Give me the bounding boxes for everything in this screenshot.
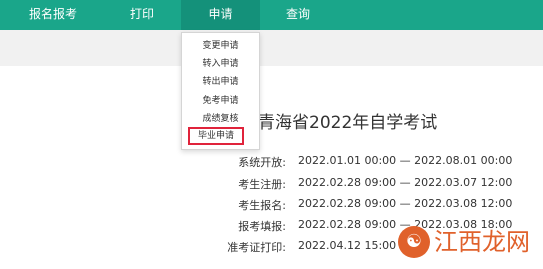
menu-item-score-review[interactable]: 成绩复核 [182,110,259,128]
menu-item-transfer-in[interactable]: 转入申请 [182,55,259,73]
schedule-value: 2022.04.12 15:00 — [298,239,411,252]
nav-item-query[interactable]: 查询 [266,0,330,30]
top-nav: 报名报考 打印 申请 查询 [0,0,543,30]
watermark-logo: ☯ 江西龙网 [398,224,536,260]
menu-item-graduation-application[interactable]: 毕业申请 [188,127,244,145]
schedule-label: 考生注册: [238,178,286,191]
schedule-label: 系统开放: [238,156,286,169]
page-title: 青海省2022年自学考试 [258,113,438,133]
schedule-value: 2022.02.28 09:00 — 2022.03.08 12:00 [298,197,513,210]
schedule-value: 2022.02.28 09:00 — 2022.03.07 12:00 [298,176,513,189]
nav-item-apply[interactable]: 申请 [181,0,260,30]
schedule-label: 报考填报: [238,220,286,233]
watermark-text: 江西龙网 [434,228,530,256]
sub-bar [0,30,543,66]
nav-item-print[interactable]: 打印 [110,0,174,30]
watermark-badge-icon: ☯ [398,226,430,258]
schedule-label: 准考证打印: [227,241,286,254]
schedule-label: 考生报名: [238,199,286,212]
menu-item-change-application[interactable]: 变更申请 [182,37,259,55]
menu-item-exemption[interactable]: 免考申请 [182,92,259,110]
apply-dropdown-menu: 变更申请 转入申请 转出申请 免考申请 成绩复核 毕业申请 [181,32,260,150]
menu-item-transfer-out[interactable]: 转出申请 [182,73,259,91]
nav-item-signup[interactable]: 报名报考 [14,0,92,30]
schedule-value: 2022.01.01 00:00 — 2022.08.01 00:00 [298,154,513,167]
